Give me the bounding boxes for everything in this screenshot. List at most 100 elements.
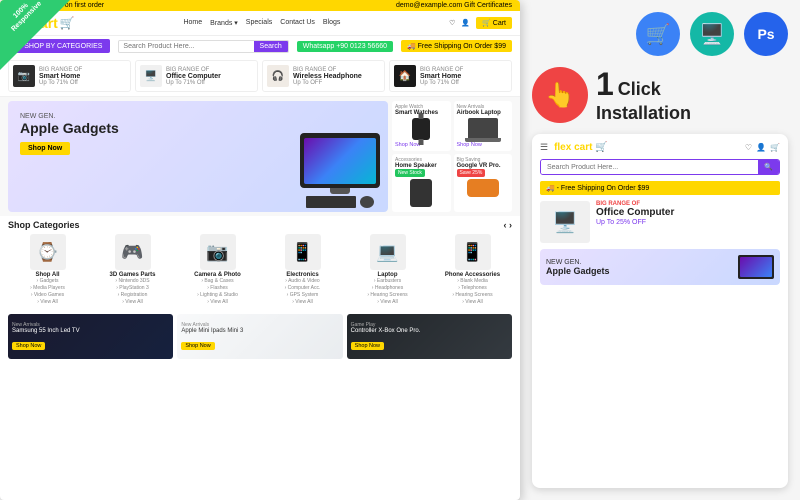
mobile-search-bar: 🔍 xyxy=(540,159,780,175)
cat-links-5: › Blank Media› Telephones› Hearing Scree… xyxy=(433,278,512,306)
cat-links-1: › Nintendo 3DS› PlayStation 3› Registrat… xyxy=(93,278,172,306)
banner-cta-2[interactable]: Shop Now xyxy=(351,342,384,350)
big-range-discount-3: Up To OFF xyxy=(293,80,362,86)
mobile-range-discount: Up To 25% OFF xyxy=(596,219,780,226)
big-range-title-1: Smart Home xyxy=(39,73,82,80)
mobile-hero-image xyxy=(738,255,774,279)
hero-subtitle: NEW GEN. xyxy=(20,113,376,120)
new-stock-badge: New Stock xyxy=(395,169,425,177)
cart-icon-badge: 🛒 xyxy=(636,12,680,56)
installation-label: Installation xyxy=(596,103,691,124)
side-grid: Apple Watch Smart Watches Shop Now New A… xyxy=(392,101,512,212)
site-header: flex cart 🛒 Home Brands ▾ Specials Conta… xyxy=(0,11,520,36)
cat-item-3[interactable]: 📱 Electronics › Audio & Video› Computer … xyxy=(263,234,342,306)
big-range-item-2: 🖥️ BIG RANGE OF Office Computer Up To 71… xyxy=(135,60,258,92)
big-range-discount-4: Up To 71% Off xyxy=(420,80,463,86)
nav-arrows[interactable]: ‹ › xyxy=(504,220,513,230)
cat-item-4[interactable]: 💻 Laptop › Earbusters› Headphones› Heari… xyxy=(348,234,427,306)
side-cta-0[interactable]: Shop Now xyxy=(395,142,420,148)
side-cta-1[interactable]: Shop Now xyxy=(457,142,482,148)
watch-icon xyxy=(412,118,430,140)
nav-specials[interactable]: Specials xyxy=(246,19,272,27)
header-icons: ♡ 👤 🛒 Cart xyxy=(449,17,512,29)
right-panel: 🛒 🖥️ Ps 👆 1 Click Installation ☰ flex xyxy=(520,0,800,500)
nav-blogs[interactable]: Blogs xyxy=(323,19,341,27)
hero-cta-button[interactable]: Shop Now xyxy=(20,142,70,155)
mouse-shape xyxy=(360,196,374,208)
categories-grid: ⌚ Shop All › Gadgets› Media Players› Vid… xyxy=(8,234,512,306)
side-item-speaker: Accessories Home Speaker New Stock xyxy=(392,154,451,212)
nav-brands[interactable]: Brands ▾ xyxy=(210,19,238,27)
cursor-icon: 👆 xyxy=(545,81,575,110)
side-item-watches: Apple Watch Smart Watches Shop Now xyxy=(392,101,451,151)
cat-item-0[interactable]: ⌚ Shop All › Gadgets› Media Players› Vid… xyxy=(8,234,87,306)
search-input[interactable] xyxy=(119,41,253,52)
mobile-heart-icon[interactable]: ♡ xyxy=(745,143,752,152)
nav-links: Home Brands ▾ Specials Contact Us Blogs xyxy=(183,19,340,27)
big-range-discount-2: Up To 71% Off xyxy=(166,80,221,86)
click-text-block: 1 Click Installation xyxy=(596,66,691,124)
hero-image xyxy=(300,133,380,208)
big-range-info-3: BIG RANGE OF Wireless Headphone Up To OF… xyxy=(293,67,362,86)
mobile-cart-btn-icon[interactable]: 🛒 xyxy=(770,143,780,152)
announcement-bar: Get 5% cashback on first order demo@exam… xyxy=(0,0,520,11)
mobile-range-image: 🖥️ xyxy=(540,201,590,243)
big-range-info-4: BIG RANGE OF Smart Home Up To 71% Off xyxy=(420,67,463,86)
laptop-icon xyxy=(468,118,498,138)
banner-cta-0[interactable]: Shop Now xyxy=(12,342,45,350)
nav-home[interactable]: Home xyxy=(183,19,202,27)
desktop-icon: 🖥️ xyxy=(700,22,725,47)
bottom-banners: New Arrivals Samsung 55 Inch Led TV Shop… xyxy=(0,310,520,363)
vr-icon xyxy=(467,179,499,197)
mobile-search-input[interactable] xyxy=(541,160,758,174)
mini-screen xyxy=(740,257,772,277)
website-mockup: 100% Responsive Get 5% cashback on first… xyxy=(0,0,520,500)
wishlist-icon[interactable]: ♡ xyxy=(449,19,455,27)
side-item-vr: Big Saving Google VR Pro. Save 25% xyxy=(454,154,513,212)
big-range-title-2: Office Computer xyxy=(166,73,221,80)
click-number: 1 xyxy=(596,66,614,103)
cat-img-1: 🎮 xyxy=(115,234,151,270)
big-range-label-4: BIG RANGE OF xyxy=(420,67,463,73)
side-title-1: Airbook Laptop xyxy=(457,110,510,116)
section-title: Shop Categories ‹ › xyxy=(8,220,512,230)
big-range-item-4: 🏠 BIG RANGE OF Smart Home Up To 71% Off xyxy=(389,60,512,92)
hero-banner: NEW GEN. Apple Gadgets Shop Now xyxy=(8,101,388,212)
mobile-shipping-bar: 🚚 - Free Shipping On Order $99 xyxy=(540,181,780,195)
search-button[interactable]: Search xyxy=(254,41,288,52)
cat-img-2: 📷 xyxy=(200,234,236,270)
big-range-discount-1: Up To 71% Off xyxy=(39,80,82,86)
mobile-search-button[interactable]: 🔍 xyxy=(758,160,779,174)
big-range-image-2: 🖥️ xyxy=(140,65,162,87)
cat-img-3: 📱 xyxy=(285,234,321,270)
side-item-laptop: New Arrivals Airbook Laptop Shop Now xyxy=(454,101,513,151)
click-label: Click xyxy=(618,79,661,100)
cat-item-1[interactable]: 🎮 3D Games Parts › Nintendo 3DS› PlaySta… xyxy=(93,234,172,306)
nav-contact[interactable]: Contact Us xyxy=(280,19,315,27)
cat-img-0: ⌚ xyxy=(30,234,66,270)
cat-img-4: 💻 xyxy=(370,234,406,270)
big-range-info-2: BIG RANGE OF Office Computer Up To 71% O… xyxy=(166,67,221,86)
shipping-button[interactable]: 🚚 Free Shipping On Order $99 xyxy=(401,40,512,52)
cat-item-5[interactable]: 📱 Phone Accessories › Blank Media› Telep… xyxy=(433,234,512,306)
big-range-info-1: BIG RANGE OF Smart Home Up To 71% Off xyxy=(39,67,82,86)
big-range-title-3: Wireless Headphone xyxy=(293,73,362,80)
whatsapp-button[interactable]: Whatsapp +90 0123 56660 xyxy=(297,41,393,52)
banner-item-1: New Arrivals Apple Mini Ipads Mini 3 Sho… xyxy=(177,314,342,359)
one-click-section: 👆 1 Click Installation xyxy=(532,66,788,124)
cat-item-2[interactable]: 📷 Camera & Photo › Bag & Cases› Flashes›… xyxy=(178,234,257,306)
banner-item-0: New Arrivals Samsung 55 Inch Led TV Shop… xyxy=(8,314,173,359)
section-title-text: Shop Categories xyxy=(8,220,80,230)
ps-icon: Ps xyxy=(757,26,774,42)
icon-badges: 🛒 🖥️ Ps xyxy=(532,12,788,56)
announcement-right: demo@example.com Gift Certificates xyxy=(396,2,512,9)
banner-cta-1[interactable]: Shop Now xyxy=(181,342,214,350)
user-icon[interactable]: 👤 xyxy=(461,19,470,27)
cart-button[interactable]: 🛒 Cart xyxy=(476,17,512,29)
big-range-item-3: 🎧 BIG RANGE OF Wireless Headphone Up To … xyxy=(262,60,385,92)
banner-title-2: Controller X-Box One Pro. xyxy=(351,328,421,334)
mobile-header-icons: ♡ 👤 🛒 xyxy=(745,143,780,152)
banner-content-1: New Arrivals Apple Mini Ipads Mini 3 Sho… xyxy=(181,322,243,352)
banner-content-2: Game Play Controller X-Box One Pro. Shop… xyxy=(351,322,421,352)
mobile-user-icon[interactable]: 👤 xyxy=(756,143,766,152)
